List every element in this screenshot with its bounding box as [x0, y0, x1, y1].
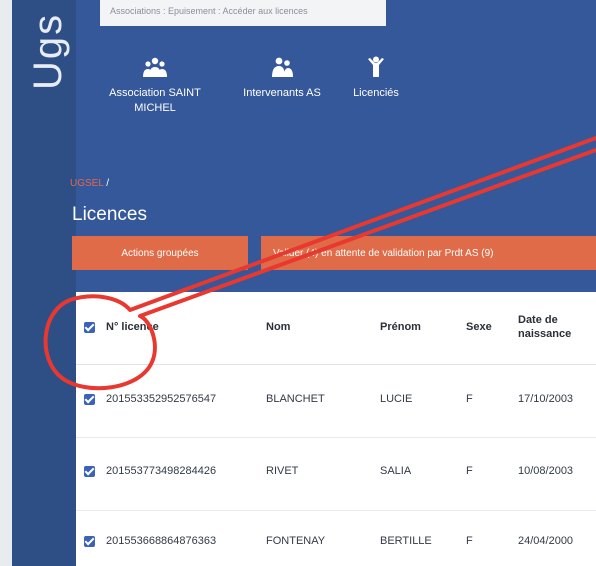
- cell-nom: BLANCHET: [266, 393, 325, 405]
- header-nom[interactable]: Nom: [266, 321, 290, 333]
- cell-sexe: F: [466, 393, 473, 405]
- row-checkbox[interactable]: [84, 466, 95, 477]
- table-header-row: N° licence Nom Prénom Sexe Date de naiss…: [76, 292, 596, 364]
- header-sexe[interactable]: Sexe: [466, 321, 492, 333]
- header-prenom[interactable]: Prénom: [380, 321, 421, 333]
- page-title: Licences: [72, 204, 147, 225]
- table-row[interactable]: 201553668864876363 FONTENAY BERTILLE F 2…: [76, 511, 596, 566]
- window-edge: [0, 0, 12, 566]
- nav-label-intervenants: Intervenants AS: [243, 87, 321, 99]
- cell-license-number: 201553352952576547: [106, 393, 217, 405]
- licences-table: N° licence Nom Prénom Sexe Date de naiss…: [76, 292, 596, 566]
- breadcrumb-separator: /: [103, 178, 110, 189]
- cell-prenom: LUCIE: [380, 393, 413, 405]
- validate-button[interactable]: Valider (4) en attente de validation par…: [261, 236, 596, 270]
- cell-nom: RIVET: [266, 465, 299, 477]
- app-window: Ugs Associations : Epuisement : Accéder …: [0, 0, 596, 566]
- cell-prenom: BERTILLE: [380, 535, 432, 547]
- group-icon: [143, 57, 167, 77]
- staff-group-icon: [272, 57, 293, 77]
- header-license-number[interactable]: N° licence: [106, 321, 159, 333]
- cell-prenom: SALIA: [380, 465, 412, 477]
- cell-sexe: F: [466, 535, 473, 547]
- nav-label-licencies: Licenciés: [353, 87, 399, 99]
- sidebar: Ugs: [12, 0, 76, 566]
- nav-item-licencies[interactable]: Licenciés: [346, 56, 406, 101]
- header-date-naissance-line1[interactable]: Date de: [518, 314, 558, 326]
- breadcrumb-link-ugsel[interactable]: UGSEL: [70, 178, 104, 189]
- table-row[interactable]: 201553773498284426 RIVET SALIA F 10/08/2…: [76, 438, 596, 510]
- cell-date-naissance: 17/10/2003: [518, 393, 574, 405]
- nav-item-intervenants[interactable]: Intervenants AS: [232, 56, 332, 101]
- cell-date-naissance: 10/08/2003: [518, 465, 574, 477]
- cell-nom: FONTENAY: [266, 535, 326, 547]
- cell-license-number: 201553668864876363: [106, 535, 217, 547]
- breadcrumb: UGSEL /: [70, 178, 109, 189]
- group-actions-button[interactable]: Actions groupées: [72, 236, 248, 270]
- athlete-icon: [368, 56, 384, 77]
- row-checkbox[interactable]: [84, 536, 95, 547]
- select-all-checkbox[interactable]: [84, 322, 95, 333]
- brand-logo-text: Ugs: [26, 12, 70, 90]
- header-date-naissance-line2[interactable]: naissance: [518, 328, 571, 340]
- table-row[interactable]: 201553352952576547 BLANCHET LUCIE F 17/1…: [76, 365, 596, 437]
- nav-label-association: Association SAINT MICHEL: [109, 87, 201, 114]
- cell-sexe: F: [466, 465, 473, 477]
- cell-license-number: 201553773498284426: [106, 465, 217, 477]
- cell-date-naissance: 24/04/2000: [518, 535, 574, 547]
- notice-banner: Associations : Epuisement : Accéder aux …: [100, 0, 386, 26]
- nav-item-association[interactable]: Association SAINT MICHEL: [100, 56, 210, 116]
- row-checkbox[interactable]: [84, 394, 95, 405]
